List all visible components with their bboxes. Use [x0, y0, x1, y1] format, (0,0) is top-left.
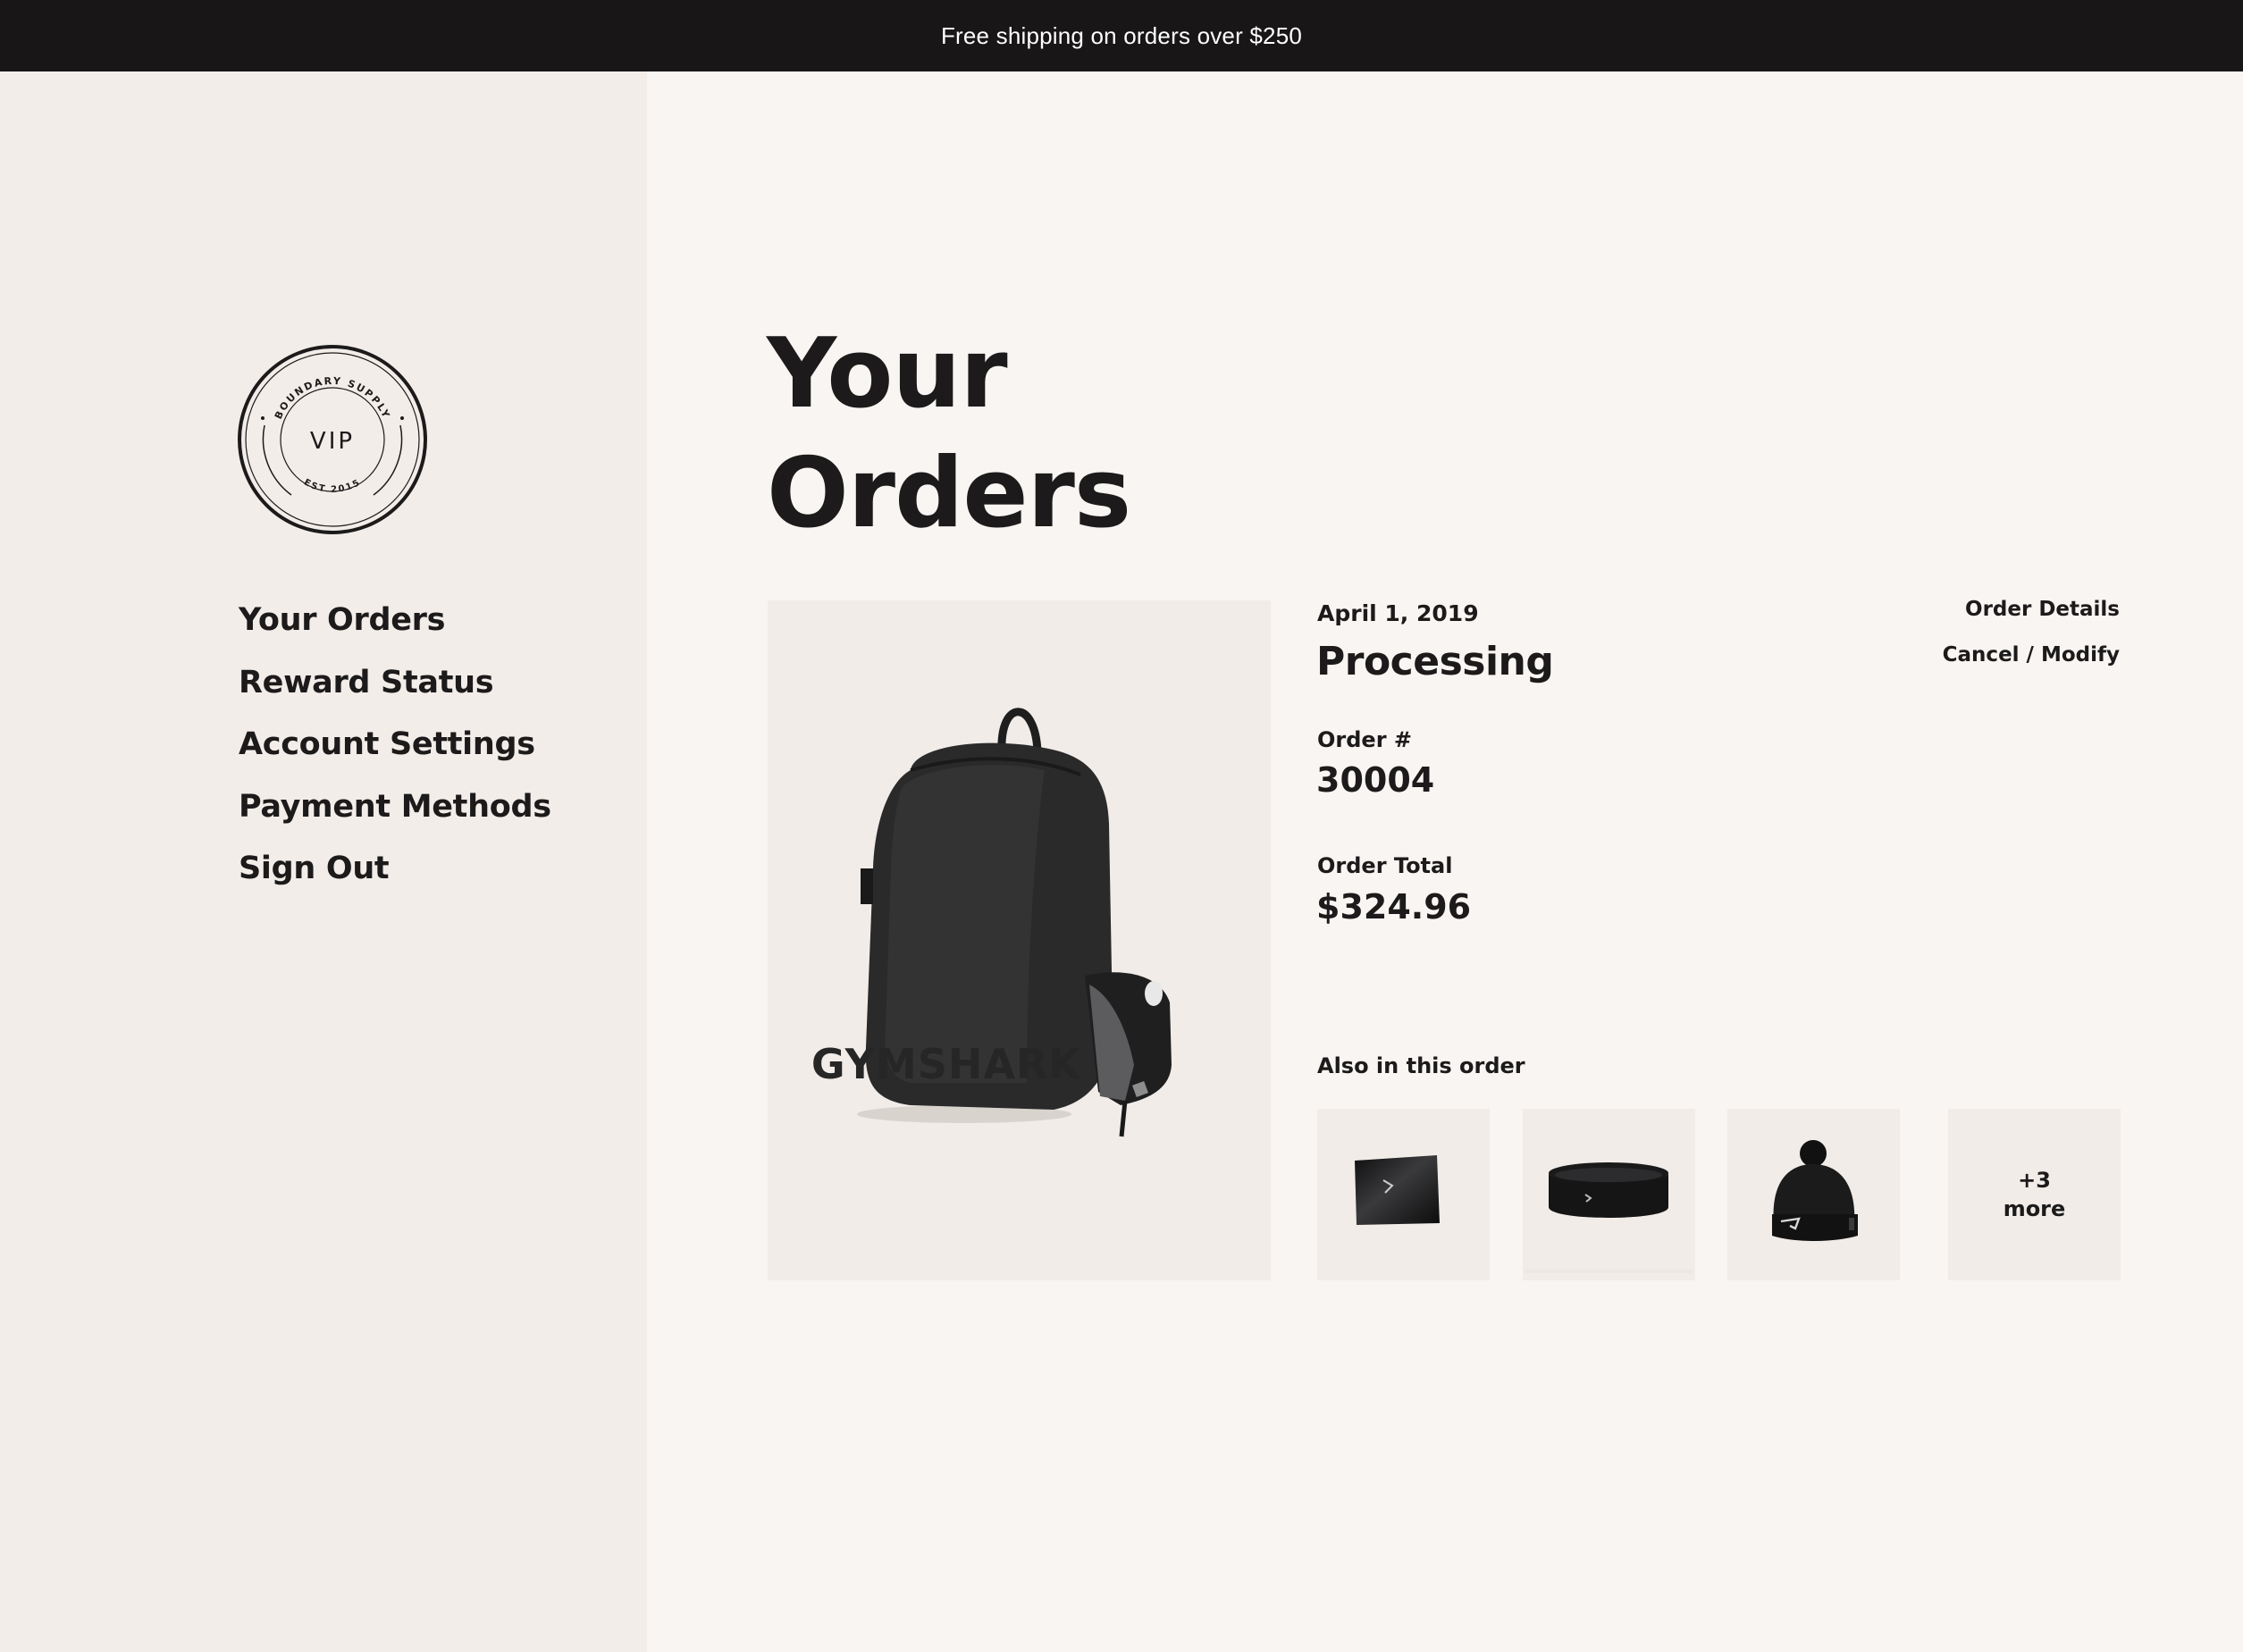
order-date: April 1, 2019 — [1317, 600, 1479, 626]
sidebar-item-label: Your Orders — [239, 602, 446, 638]
sidebar-item-sign-out[interactable]: Sign Out — [239, 838, 551, 901]
sidebar-item-label: Reward Status — [239, 664, 494, 700]
backpack-brand-text: GYMSHARK — [811, 1040, 1082, 1088]
order-total-value: $324.96 — [1316, 887, 1472, 927]
sidebar-item-label: Payment Methods — [239, 788, 551, 825]
sidebar-item-label: Account Settings — [239, 726, 535, 762]
cancel-modify-link[interactable]: Cancel / Modify — [1943, 642, 2120, 668]
promo-bar: Free shipping on orders over $250 — [0, 0, 2243, 71]
order-details-link[interactable]: Order Details — [1965, 596, 2120, 623]
backpack-image: GYMSHARK — [811, 708, 1172, 1137]
more-count: +3 — [2018, 1168, 2051, 1193]
also-in-order-label: Also in this order — [1317, 1053, 1525, 1078]
order-total-label: Order Total — [1317, 853, 1453, 878]
logo-vip-text: VIP — [310, 428, 355, 455]
vip-badge-logo: BOUNDARY SUPPLY EST 2015 VIP — [236, 343, 429, 536]
headband-image — [1525, 1162, 1693, 1273]
beanie-image — [1772, 1140, 1858, 1241]
page-title-line1: Your — [767, 318, 1008, 430]
sidebar-item-payment-methods[interactable]: Payment Methods — [239, 776, 551, 839]
sidebar-item-your-orders[interactable]: Your Orders — [237, 590, 551, 652]
sidebar-item-label: Sign Out — [239, 851, 390, 886]
sidebar-item-account-settings[interactable]: Account Settings — [239, 714, 551, 776]
order-number-label: Order # — [1317, 727, 1412, 752]
order-item-thumbnail[interactable] — [1523, 1109, 1695, 1280]
more-label: more — [2003, 1196, 2066, 1221]
order-item-thumbnail[interactable] — [1317, 1109, 1490, 1280]
account-nav: Your Orders Reward Status Account Settin… — [237, 590, 551, 901]
more-items-button[interactable]: +3 more — [1948, 1109, 2121, 1280]
order-product-image[interactable]: GYMSHARK — [768, 600, 1271, 1280]
order-status: Processing — [1316, 639, 1554, 684]
page-title-line2: Orders — [767, 438, 1131, 549]
gift-card-image — [1355, 1155, 1440, 1225]
order-number-value: 30004 — [1316, 760, 1435, 800]
promo-text: Free shipping on orders over $250 — [940, 21, 1303, 49]
sidebar-item-reward-status[interactable]: Reward Status — [239, 652, 551, 715]
order-item-thumbnail[interactable] — [1727, 1109, 1900, 1280]
page-title: Your Orders — [767, 314, 1131, 554]
